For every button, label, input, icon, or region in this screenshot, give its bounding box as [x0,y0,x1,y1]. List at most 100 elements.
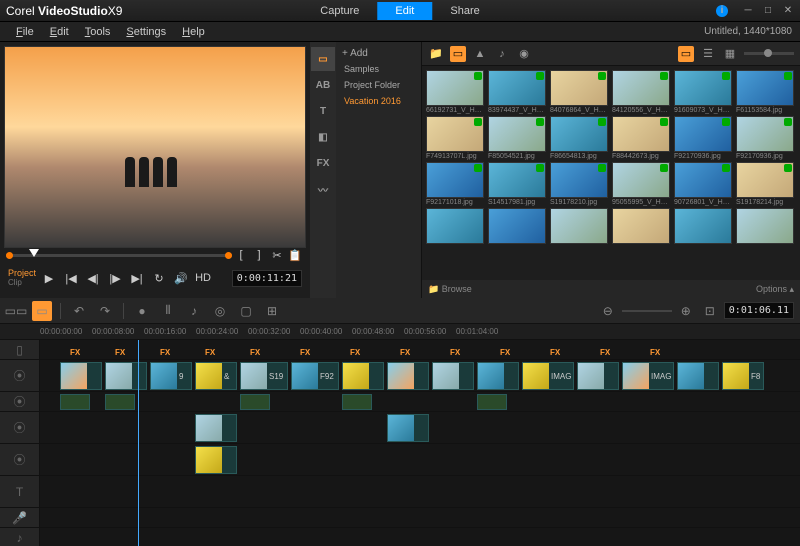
minimize-button[interactable]: ─ [742,5,754,17]
subtitle-icon[interactable]: ▢ [236,301,256,321]
media-thumb[interactable]: 90726801_V_HD720... [674,162,732,206]
info-icon[interactable]: i [716,5,728,17]
overlay-track-2[interactable] [40,412,800,443]
stab-path[interactable]: 〰 [311,177,335,201]
tab-share[interactable]: Share [432,2,497,20]
menu-settings[interactable]: Settings [118,24,174,40]
close-button[interactable]: ✕ [782,5,794,17]
undo-icon[interactable]: ↶ [69,301,89,321]
media-thumb[interactable]: F74913707L.jpg [426,116,484,160]
media-thumb[interactable]: F92170936.jpg [674,116,732,160]
stab-media[interactable]: ▭ [311,47,335,71]
stab-graphic[interactable]: ◧ [311,125,335,149]
stab-transition[interactable]: AB [311,73,335,97]
redo-icon[interactable]: ↷ [95,301,115,321]
tab-capture[interactable]: Capture [302,2,377,20]
tree-samples[interactable]: Samples [340,61,417,77]
tab-edit[interactable]: Edit [377,2,432,20]
overlay-track-3[interactable] [40,444,800,475]
end-button[interactable]: ▶| [128,269,146,287]
track-head-video[interactable]: ⦿ [0,360,40,391]
media-thumb[interactable]: F92171018.jpg [426,162,484,206]
next-frame-button[interactable]: |▶ [106,269,124,287]
media-thumb[interactable] [550,208,608,244]
playhead[interactable] [138,340,139,546]
record-icon[interactable]: ● [132,301,152,321]
volume-icon[interactable]: 🔊 [172,269,190,287]
mode-clip[interactable]: Clip [8,278,36,287]
media-thumb[interactable] [612,208,670,244]
options-button[interactable]: Options ▴ [756,284,794,295]
track-head-title[interactable]: T [0,476,40,507]
auto-music-icon[interactable]: ♪ [184,301,204,321]
stab-filter[interactable]: FX [311,151,335,175]
hd-toggle[interactable]: HD [194,269,212,287]
play-button[interactable]: ▶ [40,269,58,287]
menu-edit[interactable]: Edit [42,24,77,40]
video-track[interactable]: FXFXFXFXFXFXFXFXFXFXFXFXFX 9 & S19 F92 I… [40,360,800,391]
media-thumb[interactable]: 84120556_V_HD10... [612,70,670,114]
media-thumb[interactable]: F85054521.jpg [488,116,546,160]
track-head-music[interactable]: ♪ [0,528,40,546]
media-thumb[interactable]: 91609073_V_HD108... [674,70,732,114]
media-thumb[interactable]: F88442673.jpg [612,116,670,160]
timeline-view-icon[interactable]: ▭ [32,301,52,321]
menu-file[interactable]: File [8,24,42,40]
sort-icon[interactable]: ▭ [678,46,694,62]
media-thumb[interactable]: 95055995_V_HD108... [612,162,670,206]
preview-timecode[interactable]: 0:00:11:21 [232,270,302,287]
media-thumb[interactable] [736,208,794,244]
motion-track-icon[interactable]: ◎ [210,301,230,321]
track-head-chapter[interactable]: ▯ [0,340,40,359]
title-track[interactable] [40,476,800,507]
storyboard-view-icon[interactable]: ▭▭ [6,301,26,321]
maximize-button[interactable]: □ [762,5,774,17]
loop-button[interactable]: ↻ [150,269,168,287]
filter-photo-icon[interactable]: ▲ [472,46,488,62]
zoom-slider[interactable] [622,310,672,312]
add-folder-button[interactable]: + Add [340,46,417,61]
media-thumb[interactable]: S19178214.jpg [736,162,794,206]
overlay-track-1[interactable] [40,392,800,411]
media-thumb[interactable]: F86654813.jpg [550,116,608,160]
music-track[interactable] [40,528,800,546]
media-thumb[interactable]: 84076864_V_HD108... [550,70,608,114]
track-head-overlay1[interactable]: ⦿ [0,392,40,411]
mode-project[interactable]: Project [8,269,36,278]
filter-audio-icon[interactable]: ♪ [494,46,510,62]
tree-vacation[interactable]: Vacation 2016 [340,93,417,109]
filter-free-icon[interactable]: ◉ [516,46,532,62]
timeline-timecode[interactable]: 0:01:06.11 [724,302,794,319]
track-head-overlay2[interactable]: ⦿ [0,412,40,443]
media-thumb[interactable] [488,208,546,244]
multicam-icon[interactable]: ⊞ [262,301,282,321]
media-thumb[interactable]: 66192731_V_HD10... [426,70,484,114]
browse-button[interactable]: 📁 Browse [428,284,472,295]
voice-track[interactable] [40,508,800,527]
thumbnail-size-slider[interactable] [744,52,794,55]
view-list-icon[interactable]: ☰ [700,46,716,62]
media-thumb[interactable]: 83974437_V_HD108... [488,70,546,114]
media-thumb[interactable]: F61153584.jpg [736,70,794,114]
track-head-voice[interactable]: 🎤 [0,508,40,527]
zoom-in-icon[interactable]: ⊕ [676,301,696,321]
home-button[interactable]: |◀ [62,269,80,287]
track-head-overlay3[interactable]: ⦿ [0,444,40,475]
stab-title[interactable]: T [311,99,335,123]
timeline-ruler[interactable]: 00:00:00:00 00:00:08:00 00:00:16:00 00:0… [0,324,800,340]
scrub-bar[interactable]: [ ] ✂ 📋 [4,248,306,262]
media-thumb[interactable]: S14517981.jpg [488,162,546,206]
media-thumb[interactable]: F92170936.jpg [736,116,794,160]
fit-project-icon[interactable]: ⊡ [700,301,720,321]
preview-screen[interactable] [4,46,306,248]
tree-project-folder[interactable]: Project Folder [340,77,417,93]
import-icon[interactable]: 📁 [428,46,444,62]
filter-video-icon[interactable]: ▭ [450,46,466,62]
menu-help[interactable]: Help [174,24,213,40]
view-grid-icon[interactable]: ▦ [722,46,738,62]
mixer-icon[interactable]: ⫴ [158,301,178,321]
zoom-out-icon[interactable]: ⊖ [598,301,618,321]
menu-tools[interactable]: Tools [77,24,119,40]
prev-frame-button[interactable]: ◀| [84,269,102,287]
media-thumb[interactable] [674,208,732,244]
